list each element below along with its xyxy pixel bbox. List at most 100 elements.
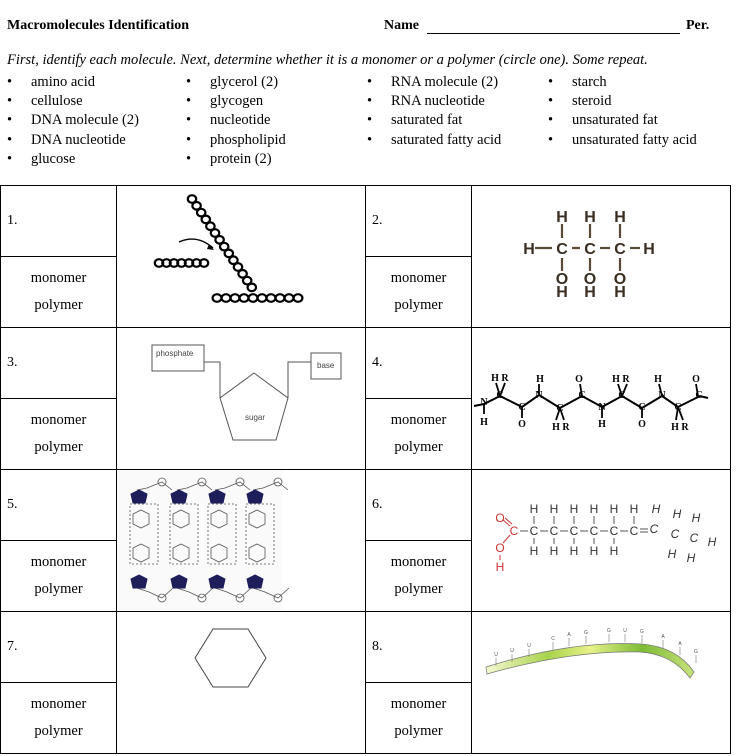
item-number: 1. [0, 185, 117, 257]
svg-text:N: N [480, 397, 488, 408]
item-number: 4. [365, 327, 472, 399]
svg-text:R: R [562, 422, 570, 433]
rna-base-label: G [584, 630, 588, 636]
instructions: First, identify each molecule. Next, det… [7, 52, 648, 68]
svg-text:H: H [536, 374, 544, 385]
polymer-option[interactable]: polymer [394, 581, 442, 597]
svg-text:O: O [575, 374, 583, 385]
monomer-polymer-choice: monomer polymer [0, 398, 117, 470]
monomer-option[interactable]: monomer [31, 270, 87, 286]
word-bank-column-4: starch steroid unsaturated fat unsaturat… [548, 73, 697, 150]
word-bank-item: cellulose [7, 92, 139, 111]
unsaturated-fatty-acid-icon: O C O H CHHCHHCHHCHHCHHCHCHCHHCHHH [495, 502, 717, 574]
monomer-option[interactable]: monomer [391, 554, 447, 570]
item-number: 6. [365, 469, 472, 541]
base-label: base [317, 361, 335, 370]
polymer-option[interactable]: polymer [34, 581, 82, 597]
svg-text:H: H [614, 209, 626, 226]
rna-base-label: A [678, 641, 682, 647]
rna-base-label: U [510, 648, 514, 654]
monomer-option[interactable]: monomer [391, 270, 447, 286]
monomer-option[interactable]: monomer [31, 412, 87, 428]
polymer-option[interactable]: polymer [34, 439, 82, 455]
svg-text:H: H [671, 422, 679, 433]
rna-base-label: U [494, 652, 498, 658]
svg-text:C: C [695, 390, 702, 401]
word-bank-item: RNA nucleotide [367, 92, 501, 111]
svg-text:C: C [614, 241, 626, 258]
svg-text:H: H [552, 422, 560, 433]
rna-base-label: A [661, 634, 665, 640]
item-number: 7. [0, 611, 117, 683]
svg-text:O: O [518, 419, 526, 430]
monomer-option[interactable]: monomer [31, 554, 87, 570]
svg-text:C: C [530, 524, 539, 538]
polymer-option[interactable]: polymer [394, 439, 442, 455]
word-bank-column-1: amino acid cellulose DNA molecule (2) DN… [7, 73, 139, 169]
svg-text:H: H [530, 544, 539, 558]
word-bank-item: amino acid [7, 73, 139, 92]
word-bank-item: RNA molecule (2) [367, 73, 501, 92]
monomer-polymer-choice: monomer polymer [0, 540, 117, 612]
svg-text:C: C [584, 241, 596, 258]
svg-text:H: H [530, 502, 539, 516]
word-bank-column-3: RNA molecule (2) RNA nucleotide saturate… [367, 73, 501, 150]
item-7-image [116, 611, 366, 754]
svg-text:C: C [638, 402, 645, 413]
nucleotide-diagram-icon: phosphate base sugar [151, 344, 342, 441]
svg-text:H: H [556, 209, 568, 226]
word-bank-item: unsaturated fatty acid [548, 131, 697, 150]
svg-text:C: C [510, 524, 519, 538]
word-bank-item: nucleotide [186, 111, 286, 130]
polymer-option[interactable]: polymer [34, 723, 82, 739]
svg-text:H: H [668, 547, 677, 561]
svg-text:H: H [496, 560, 505, 574]
svg-text:H: H [523, 241, 535, 258]
svg-text:H: H [584, 209, 596, 226]
svg-text:H: H [643, 241, 655, 258]
svg-text:O: O [692, 374, 700, 385]
monomer-option[interactable]: monomer [391, 696, 447, 712]
word-bank-item: glycogen [186, 92, 286, 111]
hexagon-ring-icon [194, 628, 267, 688]
svg-text:C: C [518, 402, 525, 413]
name-field-line[interactable] [427, 33, 680, 34]
word-bank-item: glucose [7, 150, 139, 169]
polymer-option[interactable]: polymer [34, 297, 82, 313]
item-1-image [116, 185, 366, 328]
word-bank-item: unsaturated fat [548, 111, 697, 130]
svg-text:C: C [690, 531, 699, 545]
svg-text:H: H [610, 502, 619, 516]
rna-base-label: G [607, 628, 611, 634]
monomer-polymer-choice: monomer polymer [0, 256, 117, 328]
svg-text:H: H [654, 374, 662, 385]
word-bank-item: DNA molecule (2) [7, 111, 139, 130]
polymer-option[interactable]: polymer [394, 297, 442, 313]
monomer-option[interactable]: monomer [31, 696, 87, 712]
item-number: 8. [365, 611, 472, 683]
name-label: Name [384, 18, 419, 33]
word-bank-item: DNA nucleotide [7, 131, 139, 150]
word-bank-item: protein (2) [186, 150, 286, 169]
polymer-option[interactable]: polymer [394, 723, 442, 739]
svg-text:C: C [650, 522, 659, 536]
svg-text:H: H [708, 535, 717, 549]
word-bank-item: steroid [548, 92, 697, 111]
monomer-option[interactable]: monomer [391, 412, 447, 428]
svg-text:H: H [598, 419, 606, 430]
svg-text:N: N [658, 390, 666, 401]
rna-base-label: G [694, 649, 698, 655]
svg-text:C: C [556, 241, 568, 258]
svg-text:C: C [496, 390, 503, 401]
item-number: 3. [0, 327, 117, 399]
monomer-polymer-choice: monomer polymer [365, 256, 472, 328]
svg-text:H: H [480, 417, 488, 428]
rna-base-label: U [527, 643, 531, 649]
word-bank-item: phospholipid [186, 131, 286, 150]
svg-text:C: C [570, 524, 579, 538]
word-bank-item: saturated fatty acid [367, 131, 501, 150]
item-number: 2. [365, 185, 472, 257]
rna-base-label: A [567, 632, 571, 638]
svg-text:H: H [652, 502, 661, 516]
svg-text:N: N [535, 390, 543, 401]
